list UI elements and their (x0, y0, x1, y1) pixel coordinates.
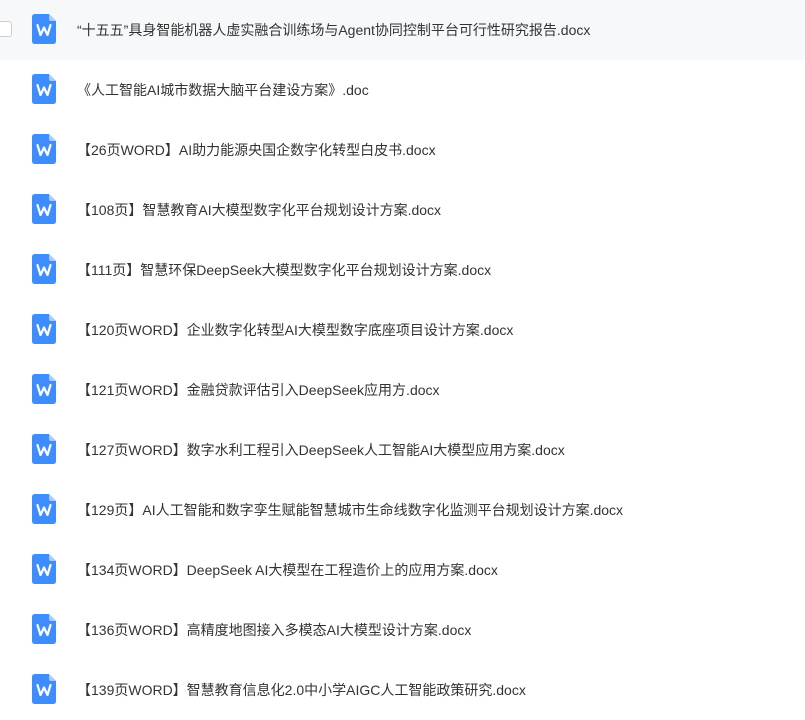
file-name[interactable]: 【127页WORD】数字水利工程引入DeepSeek人工智能AI大模型应用方案.… (77, 420, 565, 480)
select-checkbox[interactable] (0, 21, 12, 37)
word-document-icon (32, 614, 56, 644)
file-name[interactable]: 【108页】智慧教育AI大模型数字化平台规划设计方案.docx (77, 180, 441, 240)
file-name[interactable]: 【120页WORD】企业数字化转型AI大模型数字底座项目设计方案.docx (77, 300, 513, 360)
word-document-icon (32, 494, 56, 524)
file-name[interactable]: 【129页】AI人工智能和数字孪生赋能智慧城市生命线数字化监测平台规划设计方案.… (77, 480, 623, 540)
file-row[interactable]: 【108页】智慧教育AI大模型数字化平台规划设计方案.docx (0, 180, 805, 240)
file-row[interactable]: 【134页WORD】DeepSeek AI大模型在工程造价上的应用方案.docx (0, 540, 805, 600)
file-row[interactable]: 【139页WORD】智慧教育信息化2.0中小学AIGC人工智能政策研究.docx (0, 660, 805, 720)
file-name[interactable]: “十五五”具身智能机器人虚实融合训练场与Agent协同控制平台可行性研究报告.d… (77, 0, 590, 60)
file-row[interactable]: 【136页WORD】高精度地图接入多模态AI大模型设计方案.docx (0, 600, 805, 660)
word-document-icon (32, 194, 56, 224)
word-document-icon (32, 14, 56, 44)
word-document-icon (32, 134, 56, 164)
file-name[interactable]: 【111页】智慧环保DeepSeek大模型数字化平台规划设计方案.docx (77, 240, 491, 300)
file-name[interactable]: 【136页WORD】高精度地图接入多模态AI大模型设计方案.docx (77, 600, 471, 660)
word-document-icon (32, 254, 56, 284)
word-document-icon (32, 554, 56, 584)
file-row[interactable]: “十五五”具身智能机器人虚实融合训练场与Agent协同控制平台可行性研究报告.d… (0, 0, 805, 60)
file-name[interactable]: 【134页WORD】DeepSeek AI大模型在工程造价上的应用方案.docx (77, 540, 498, 600)
file-name[interactable]: 《人工智能AI城市数据大脑平台建设方案》.doc (77, 60, 369, 120)
word-document-icon (32, 434, 56, 464)
file-row[interactable]: 【129页】AI人工智能和数字孪生赋能智慧城市生命线数字化监测平台规划设计方案.… (0, 480, 805, 540)
file-row[interactable]: 【120页WORD】企业数字化转型AI大模型数字底座项目设计方案.docx (0, 300, 805, 360)
file-name[interactable]: 【139页WORD】智慧教育信息化2.0中小学AIGC人工智能政策研究.docx (77, 660, 526, 720)
file-row[interactable]: 【111页】智慧环保DeepSeek大模型数字化平台规划设计方案.docx (0, 240, 805, 300)
file-name[interactable]: 【121页WORD】金融贷款评估引入DeepSeek应用方.docx (77, 360, 440, 420)
file-row[interactable]: 【26页WORD】AI助力能源央国企数字化转型白皮书.docx (0, 120, 805, 180)
word-document-icon (32, 314, 56, 344)
word-document-icon (32, 674, 56, 704)
word-document-icon (32, 74, 56, 104)
word-document-icon (32, 374, 56, 404)
file-row[interactable]: 《人工智能AI城市数据大脑平台建设方案》.doc (0, 60, 805, 120)
file-name[interactable]: 【26页WORD】AI助力能源央国企数字化转型白皮书.docx (77, 120, 436, 180)
file-list: “十五五”具身智能机器人虚实融合训练场与Agent协同控制平台可行性研究报告.d… (0, 0, 805, 720)
file-row[interactable]: 【127页WORD】数字水利工程引入DeepSeek人工智能AI大模型应用方案.… (0, 420, 805, 480)
file-row[interactable]: 【121页WORD】金融贷款评估引入DeepSeek应用方.docx (0, 360, 805, 420)
